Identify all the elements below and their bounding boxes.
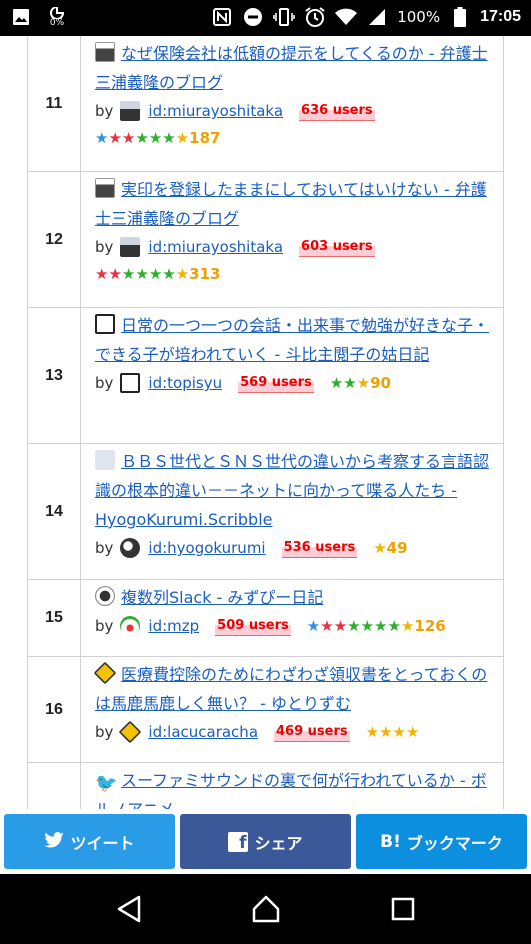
twitter-bird-icon (44, 831, 65, 852)
entry-title-link[interactable]: 実印を登録したままにしておいてはいけない - 弁護士三浦義隆のブログ (95, 175, 491, 233)
avatar (120, 373, 141, 393)
clock: 17:05 (480, 8, 521, 25)
bookmark-users-badge[interactable]: 509 users (215, 616, 291, 636)
user-id-link[interactable]: id:mzp (148, 612, 199, 640)
avatar (120, 538, 141, 558)
star-count: 187 (189, 129, 221, 147)
rank-number: 14 (28, 444, 81, 579)
navigation-bar (0, 874, 531, 944)
tweet-button[interactable]: ツイート (4, 814, 175, 869)
site-favicon (95, 450, 115, 470)
site-favicon (95, 178, 115, 198)
by-label: by (95, 539, 114, 557)
star-rating[interactable]: ★ ★ ★ ★ ★ ★ ★ ★ 126 (307, 613, 446, 639)
back-icon[interactable] (109, 889, 149, 929)
bookmark-users-badge[interactable]: 469 users (274, 722, 350, 742)
hatena-bookmark-icon: B! (380, 831, 401, 852)
list-item: 13 日常の一つ一つの会話・出来事で勉強が好きな子・できる子が培われていく - … (28, 308, 503, 444)
home-icon[interactable] (246, 889, 286, 929)
bookmark-users-badge[interactable]: 636 users (299, 101, 375, 121)
site-favicon (95, 586, 115, 606)
entry-title-link[interactable]: なぜ保険会社は低額の提示をしてくるのか - 弁護士三浦義隆のブログ (95, 39, 491, 97)
facebook-share-button[interactable]: f シェア (180, 814, 351, 869)
recents-icon[interactable] (383, 889, 423, 929)
rank-number: 17 (28, 763, 81, 809)
list-item: 16 医療費控除のためにわざわざ領収書をとっておくのは馬鹿馬鹿しく無い？ - ゆ… (28, 657, 503, 763)
site-favicon (93, 661, 117, 685)
entry-title-link[interactable]: 複数列Slack - みずぴー日記 (95, 583, 491, 612)
vibrate-icon (273, 6, 295, 28)
entry-title-link[interactable]: 🐦スーファミサウンドの裏で何が行われているか - ボルノアニメ (95, 766, 491, 809)
list-item: 14 ＢＢＳ世代とＳＮＳ世代の違いから考察する言語認識の根本的違い－－ネットに向… (28, 444, 503, 580)
star-rating[interactable]: ★ ★ ★ ★ ★ ★ ★ 313 (95, 261, 220, 287)
battery-icon (449, 6, 471, 28)
user-id-link[interactable]: id:miurayoshitaka (148, 97, 283, 125)
bookmark-users-badge[interactable]: 536 users (281, 538, 358, 558)
list-item: 17 🐦スーファミサウンドの裏で何が行われているか - ボルノアニメ (28, 763, 503, 809)
gallery-icon (10, 6, 32, 28)
status-bar: 0% 100% 17:05 (0, 0, 531, 36)
by-label: by (95, 102, 114, 120)
user-id-link[interactable]: id:miurayoshitaka (148, 233, 283, 261)
do-not-disturb-icon (242, 6, 264, 28)
user-id-link[interactable]: id:lacucaracha (148, 718, 258, 746)
rank-number: 11 (28, 36, 81, 171)
bookmark-users-badge[interactable]: 603 users (299, 237, 375, 257)
entry-title-link[interactable]: ＢＢＳ世代とＳＮＳ世代の違いから考察する言語認識の根本的違い－－ネットに向かって… (95, 447, 491, 534)
by-label: by (95, 238, 114, 256)
site-favicon (95, 42, 115, 62)
battery-percent: 100% (397, 8, 441, 26)
nfc-icon (211, 6, 233, 28)
star-count: 313 (189, 265, 221, 283)
list-item: 15 複数列Slack - みずぴー日記 by id:mzp 509 users… (28, 580, 503, 657)
entry-title-link[interactable]: 医療費控除のためにわざわざ領収書をとっておくのは馬鹿馬鹿しく無い？ - ゆとりず… (93, 660, 491, 718)
star-rating[interactable]: ★ 49 (373, 535, 407, 561)
avatar (120, 101, 141, 121)
signal-icon (366, 6, 388, 28)
list-item: 11 なぜ保険会社は低額の提示をしてくるのか - 弁護士三浦義隆のブログ by … (28, 36, 503, 172)
site-favicon (95, 314, 115, 334)
ranking-list: 11 なぜ保険会社は低額の提示をしてくるのか - 弁護士三浦義隆のブログ by … (27, 36, 504, 809)
star-rating[interactable]: ★ ★ ★ 90 (330, 370, 391, 396)
by-label: by (95, 374, 114, 392)
star-count: 49 (386, 539, 408, 557)
by-label: by (95, 723, 114, 741)
user-id-link[interactable]: id:hyogokurumi (148, 534, 265, 562)
rank-number: 16 (28, 657, 81, 762)
rank-number: 15 (28, 580, 81, 656)
by-label: by (95, 617, 114, 635)
rank-number: 13 (28, 308, 81, 443)
user-id-link[interactable]: id:topisyu (148, 369, 222, 397)
avatar (120, 237, 141, 257)
share-bar: ツイート f シェア B! ブックマーク (0, 809, 531, 874)
entry-title-link[interactable]: 日常の一つ一つの会話・出来事で勉強が好きな子・できる子が培われていく - 斗比主… (95, 311, 491, 369)
facebook-icon: f (228, 831, 249, 852)
avatar (120, 616, 141, 636)
list-item: 12 実印を登録したままにしておいてはいけない - 弁護士三浦義隆のブログ by… (28, 172, 503, 308)
twitter-bird-icon: 🐦 (95, 773, 118, 794)
bookmark-users-badge[interactable]: 569 users (238, 373, 314, 393)
star-rating[interactable]: ★ ★ ★ ★ (366, 719, 420, 745)
rank-number: 12 (28, 172, 81, 307)
avatar (119, 720, 142, 744)
hatena-bookmark-button[interactable]: B! ブックマーク (356, 814, 527, 869)
data-saver-icon: 0% (46, 6, 68, 28)
star-count: 90 (370, 374, 391, 392)
star-rating[interactable]: ★ ★ ★ ★ ★ ★ ★ 187 (95, 125, 220, 151)
alarm-icon (304, 6, 326, 28)
star-count: 126 (414, 617, 446, 635)
wifi-icon (335, 6, 358, 28)
